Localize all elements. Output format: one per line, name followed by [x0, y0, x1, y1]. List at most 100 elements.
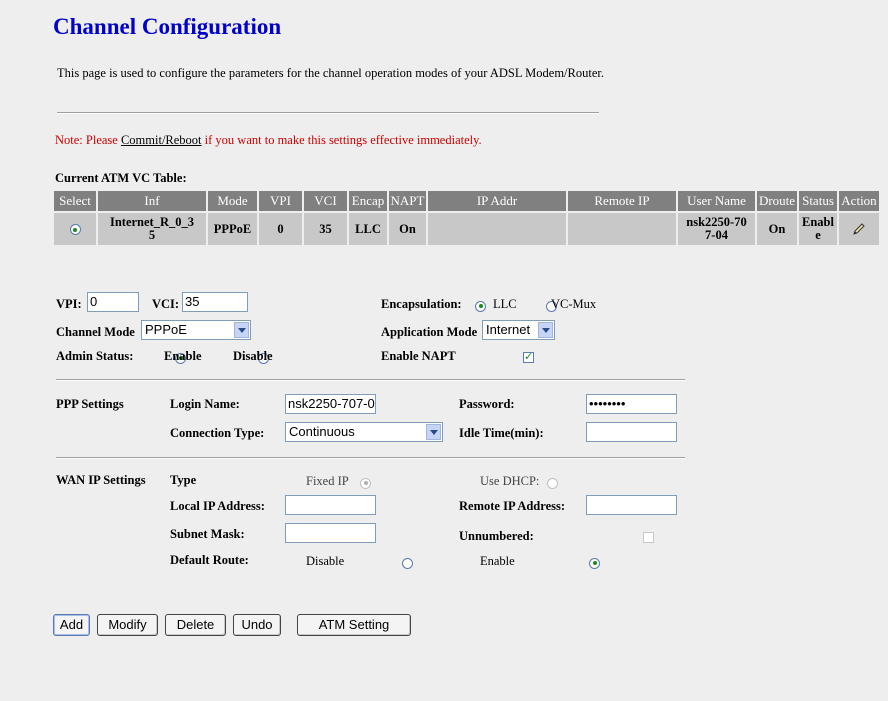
app-mode-value: Internet — [486, 322, 531, 337]
col-select: Select — [54, 191, 96, 213]
row-napt: On — [389, 213, 426, 245]
col-action: Action — [839, 191, 879, 213]
row-inf: Internet_R_0_3 5 — [98, 213, 206, 245]
connection-type-select[interactable]: Continuous — [285, 422, 443, 442]
row-vci: 35 — [304, 213, 347, 245]
unnumbered-label: Unnumbered: — [459, 529, 534, 543]
wan-ip-settings-heading: WAN IP Settings — [56, 473, 146, 487]
local-ip-input[interactable] — [285, 495, 376, 515]
login-name-input[interactable]: nsk2250-707-0 — [285, 394, 376, 414]
atm-setting-button[interactable]: ATM Setting — [297, 614, 411, 636]
password-input[interactable]: •••••••• — [586, 394, 677, 414]
wan-type-label: Type — [170, 473, 197, 487]
ppp-settings-heading: PPP Settings — [56, 397, 124, 411]
encap-llc-label: LLC — [493, 297, 517, 311]
atm-vc-table: Select Inf Mode VPI VCI Encap NAPT IP Ad… — [52, 191, 881, 245]
delete-button[interactable]: Delete — [165, 614, 226, 636]
chevron-down-icon — [426, 424, 441, 440]
fixed-ip-label: Fixed IP — [306, 474, 349, 488]
app-mode-label: Application Mode — [381, 325, 478, 339]
col-vci: VCI — [304, 191, 347, 213]
col-remote-ip: Remote IP — [568, 191, 676, 213]
remote-ip-label: Remote IP Address: — [459, 499, 566, 513]
col-napt: NAPT — [389, 191, 426, 213]
commit-reboot-link[interactable]: Commit/Reboot — [121, 133, 202, 147]
row-select-cell — [54, 213, 96, 245]
col-droute: Droute — [757, 191, 797, 213]
undo-button[interactable]: Undo — [233, 614, 281, 636]
row-select-radio[interactable] — [69, 224, 81, 236]
col-status: Status — [799, 191, 837, 213]
idle-time-input[interactable] — [586, 422, 677, 442]
row-mode: PPPoE — [208, 213, 257, 245]
row-encap: LLC — [349, 213, 387, 245]
page-description: This page is used to configure the param… — [57, 66, 604, 80]
default-route-disable-radio[interactable] — [402, 557, 413, 569]
table-header-row: Select Inf Mode VPI VCI Encap NAPT IP Ad… — [54, 191, 879, 213]
default-route-label: Default Route: — [170, 553, 249, 567]
col-encap: Encap — [349, 191, 387, 213]
row-droute: On — [757, 213, 797, 245]
col-mode: Mode — [208, 191, 257, 213]
fixed-ip-radio[interactable] — [360, 477, 371, 489]
channel-mode-value: PPPoE — [145, 322, 187, 337]
encap-llc-radio[interactable] — [475, 300, 486, 312]
vpi-input[interactable]: 0 — [87, 292, 139, 312]
row-status: Enabl e — [799, 213, 837, 245]
unnumbered-checkbox[interactable] — [643, 531, 654, 543]
idle-time-label: Idle Time(min): — [459, 426, 544, 440]
note-text: Note: Please Commit/Reboot if you want t… — [55, 133, 482, 148]
subnet-mask-input[interactable] — [285, 523, 376, 543]
divider — [56, 457, 685, 459]
vpi-label: VPI: — [56, 297, 82, 311]
row-user-line2: 7-04 — [705, 228, 728, 242]
admin-status-label: Admin Status: — [56, 349, 134, 363]
col-inf: Inf — [98, 191, 206, 213]
row-vpi: 0 — [259, 213, 302, 245]
vc-table-caption: Current ATM VC Table: — [55, 171, 187, 185]
enable-napt-checkbox[interactable] — [523, 350, 534, 363]
page-title: Channel Configuration — [53, 14, 282, 39]
use-dhcp-radio[interactable] — [547, 477, 558, 489]
admin-disable-label: Disable — [233, 349, 273, 363]
connection-type-value: Continuous — [289, 424, 355, 439]
row-status-line2: e — [815, 228, 821, 242]
subnet-mask-label: Subnet Mask: — [170, 527, 245, 541]
modify-button[interactable]: Modify — [97, 614, 158, 636]
row-user-line1: nsk2250-70 — [686, 215, 747, 229]
add-button[interactable]: Add — [53, 614, 90, 636]
row-status-line1: Enabl — [802, 215, 834, 229]
channel-mode-select[interactable]: PPPoE — [141, 320, 251, 340]
row-user-name: nsk2250-70 7-04 — [678, 213, 755, 245]
default-route-enable-label: Enable — [480, 554, 515, 568]
remote-ip-input[interactable] — [586, 495, 677, 515]
pencil-icon[interactable] — [852, 222, 866, 236]
table-row: Internet_R_0_3 5 PPPoE 0 35 LLC On nsk225… — [54, 213, 879, 245]
divider — [57, 112, 599, 114]
login-name-label: Login Name: — [170, 397, 240, 411]
use-dhcp-label: Use DHCP: — [480, 474, 540, 488]
local-ip-label: Local IP Address: — [170, 499, 265, 513]
divider — [56, 379, 685, 381]
row-inf-line2: 5 — [148, 228, 156, 242]
vci-label: VCI: — [152, 297, 180, 311]
row-action — [839, 213, 879, 245]
chevron-down-icon — [234, 322, 249, 338]
note-prefix: Note: Please — [55, 133, 121, 147]
encap-label: Encapsulation: — [381, 297, 462, 311]
channel-mode-label: Channel Mode — [56, 325, 135, 339]
password-label: Password: — [459, 397, 515, 411]
col-vpi: VPI — [259, 191, 302, 213]
enable-napt-label: Enable NAPT — [381, 349, 456, 363]
col-user-name: User Name — [678, 191, 755, 213]
app-mode-select[interactable]: Internet — [482, 320, 555, 340]
default-route-disable-label: Disable — [306, 554, 345, 568]
default-route-enable-radio[interactable] — [589, 557, 600, 569]
encap-vcmux-label: VC-Mux — [551, 297, 597, 311]
chevron-down-icon — [538, 322, 553, 338]
vci-input[interactable]: 35 — [182, 292, 248, 312]
admin-enable-label: Enable — [164, 349, 202, 363]
row-remote-ip — [568, 213, 676, 245]
connection-type-label: Connection Type: — [170, 426, 265, 440]
note-suffix: if you want to make this settings effect… — [201, 133, 482, 147]
